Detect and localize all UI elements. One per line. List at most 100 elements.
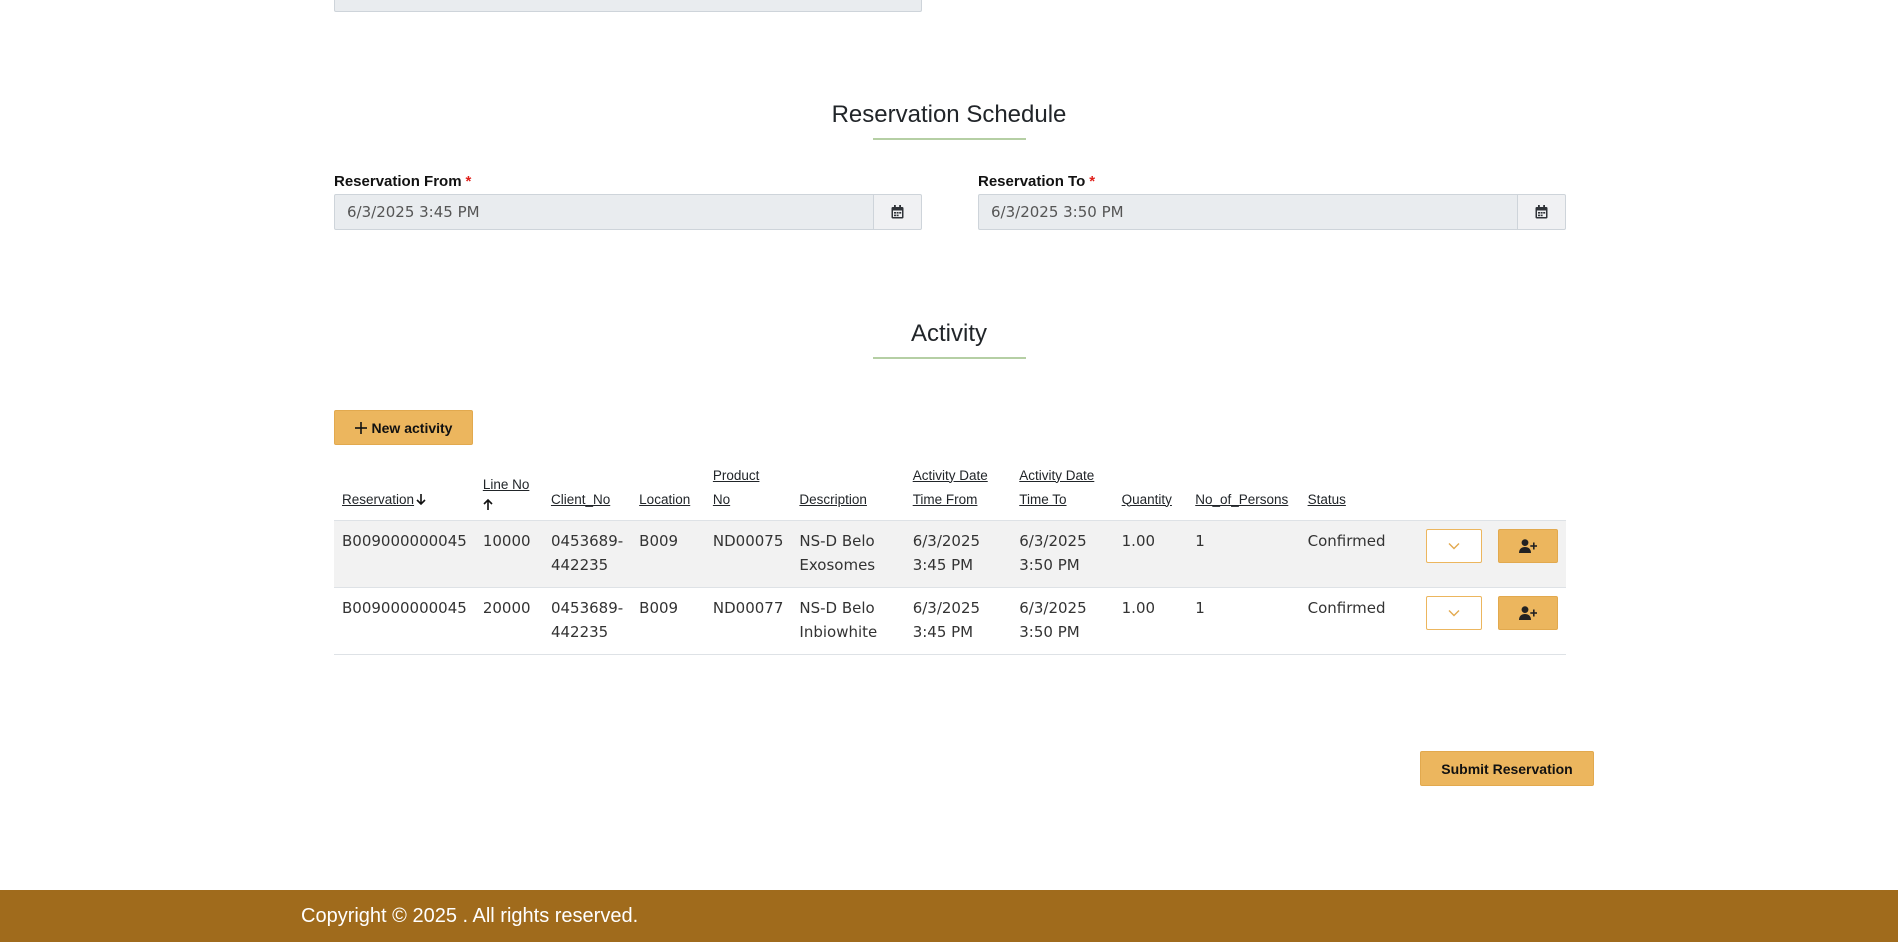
- reservation-to-label: Reservation To *: [978, 173, 1095, 190]
- cell-time-to: 6/3/2025 3:50 PM: [1011, 587, 1114, 655]
- column-header-actions-2: [1489, 458, 1566, 521]
- cell-line: NS-D Belo: [799, 598, 875, 617]
- activity-title: Activity: [910, 320, 987, 347]
- cell-dropdown: [1417, 520, 1490, 588]
- column-header-actions-1: [1417, 458, 1490, 521]
- cell-description: NS-D Belo Inbiowhite: [791, 587, 905, 655]
- column-header-quantity[interactable]: Quantity: [1113, 458, 1188, 521]
- new-activity-button[interactable]: New activity: [334, 410, 473, 445]
- cell-line: 3:45 PM: [912, 555, 974, 574]
- add-person-button[interactable]: [1497, 528, 1558, 563]
- cell-line: 6/3/2025: [912, 531, 981, 550]
- chevron-down-icon: [1448, 609, 1460, 616]
- reservation-to-label-text: Reservation To: [978, 173, 1086, 190]
- cell-product-no: ND00075: [704, 520, 792, 588]
- column-header-line-no[interactable]: Line No: [474, 458, 543, 521]
- schedule-title-underline: [873, 138, 1026, 140]
- footer: Copyright © 2025 . All rights reserved.: [0, 890, 1898, 942]
- cell-line: 6/3/2025: [1019, 531, 1087, 550]
- column-header-reservation[interactable]: Reservation: [334, 458, 475, 521]
- schedule-title: Reservation Schedule: [831, 101, 1067, 128]
- plus-icon: [354, 421, 367, 434]
- column-header-persons[interactable]: No_of_Persons: [1187, 458, 1300, 521]
- reservation-from-label: Reservation From *: [334, 173, 471, 190]
- cell-client-no: 0453689- 442235: [542, 520, 632, 588]
- table-row: B009000000045 10000 0453689- 442235 B009 …: [334, 520, 1566, 588]
- previous-field-bottom: [334, 0, 922, 12]
- reservation-from-group: 6/3/2025 3:45 PM: [334, 194, 922, 230]
- cell-line: 6/3/2025: [1019, 598, 1087, 617]
- activity-title-underline: [873, 357, 1026, 359]
- cell-status: Confirmed: [1299, 587, 1418, 655]
- cell-reservation: B009000000045: [334, 587, 475, 655]
- add-person-button[interactable]: [1497, 595, 1558, 630]
- cell-line: 442235: [550, 555, 609, 574]
- cell-line: 3:45 PM: [912, 622, 974, 641]
- column-header-label: Activity Date: [912, 467, 988, 483]
- column-header-label: Product: [712, 467, 760, 483]
- row-dropdown-button[interactable]: [1425, 595, 1482, 630]
- cell-time-from: 6/3/2025 3:45 PM: [904, 520, 1012, 588]
- reservation-to-input[interactable]: 6/3/2025 3:50 PM: [978, 194, 1518, 230]
- cell-line: 3:50 PM: [1019, 622, 1080, 641]
- reservation-to-group: 6/3/2025 3:50 PM: [978, 194, 1566, 230]
- cell-line: 3:50 PM: [1019, 555, 1080, 574]
- cell-line: 0453689-: [550, 598, 624, 617]
- cell-line: NS-D Belo: [799, 531, 875, 550]
- cell-dropdown: [1417, 587, 1490, 655]
- column-header-label: No: [712, 491, 731, 507]
- column-header-label: Line No: [482, 476, 530, 492]
- column-header-label: Location: [639, 491, 691, 507]
- table-header-row: Reservation Line No Client_No Location P…: [334, 458, 1566, 521]
- column-header-label: Description: [799, 491, 867, 507]
- calendar-icon: [891, 205, 904, 219]
- reservation-from-calendar-button[interactable]: [874, 194, 922, 230]
- column-header-label: Time To: [1019, 491, 1067, 507]
- column-header-product-no[interactable]: Product No: [704, 458, 792, 521]
- cell-add-person: [1489, 587, 1566, 655]
- arrow-up-icon: [483, 498, 493, 510]
- required-mark: *: [465, 173, 472, 190]
- column-header-label: No_of_Persons: [1195, 491, 1289, 507]
- new-activity-label: New activity: [371, 419, 453, 436]
- cell-persons: 1: [1187, 520, 1300, 588]
- cell-client-no: 0453689- 442235: [542, 587, 632, 655]
- column-header-status[interactable]: Status: [1299, 458, 1418, 521]
- table-row: B009000000045 20000 0453689- 442235 B009 …: [334, 587, 1566, 655]
- cell-status: Confirmed: [1299, 520, 1418, 588]
- cell-line: Inbiowhite: [799, 622, 878, 641]
- column-header-time-to[interactable]: Activity Date Time To: [1011, 458, 1114, 521]
- reservation-to-calendar-button[interactable]: [1518, 194, 1566, 230]
- cell-quantity: 1.00: [1113, 520, 1188, 588]
- row-dropdown-button[interactable]: [1425, 528, 1482, 563]
- cell-persons: 1: [1187, 587, 1300, 655]
- column-header-location[interactable]: Location: [631, 458, 705, 521]
- submit-reservation-button[interactable]: Submit Reservation: [1420, 751, 1594, 786]
- cell-quantity: 1.00: [1113, 587, 1188, 655]
- cell-line-no: 10000: [474, 520, 543, 588]
- column-header-label: Quantity: [1121, 491, 1172, 507]
- cell-location: B009: [631, 520, 705, 588]
- cell-reservation: B009000000045: [334, 520, 475, 588]
- column-header-client-no[interactable]: Client_No: [542, 458, 632, 521]
- column-header-label: Time From: [912, 491, 978, 507]
- copyright-text: Copyright © 2025 . All rights reserved.: [301, 904, 639, 927]
- cell-time-to: 6/3/2025 3:50 PM: [1011, 520, 1114, 588]
- user-plus-icon: [1518, 538, 1537, 553]
- calendar-icon: [1535, 205, 1548, 219]
- reservation-from-input[interactable]: 6/3/2025 3:45 PM: [334, 194, 874, 230]
- cell-add-person: [1489, 520, 1566, 588]
- arrow-down-icon: [416, 493, 426, 505]
- required-mark: *: [1089, 173, 1096, 190]
- column-header-time-from[interactable]: Activity Date Time From: [904, 458, 1012, 521]
- column-header-label: Reservation: [342, 491, 415, 507]
- cell-line-no: 20000: [474, 587, 543, 655]
- cell-location: B009: [631, 587, 705, 655]
- cell-time-from: 6/3/2025 3:45 PM: [904, 587, 1012, 655]
- cell-line: Exosomes: [799, 555, 876, 574]
- column-header-description[interactable]: Description: [791, 458, 905, 521]
- column-header-label: Client_No: [550, 491, 611, 507]
- cell-line: 442235: [550, 622, 609, 641]
- cell-product-no: ND00077: [704, 587, 792, 655]
- reservation-from-label-text: Reservation From: [334, 173, 462, 190]
